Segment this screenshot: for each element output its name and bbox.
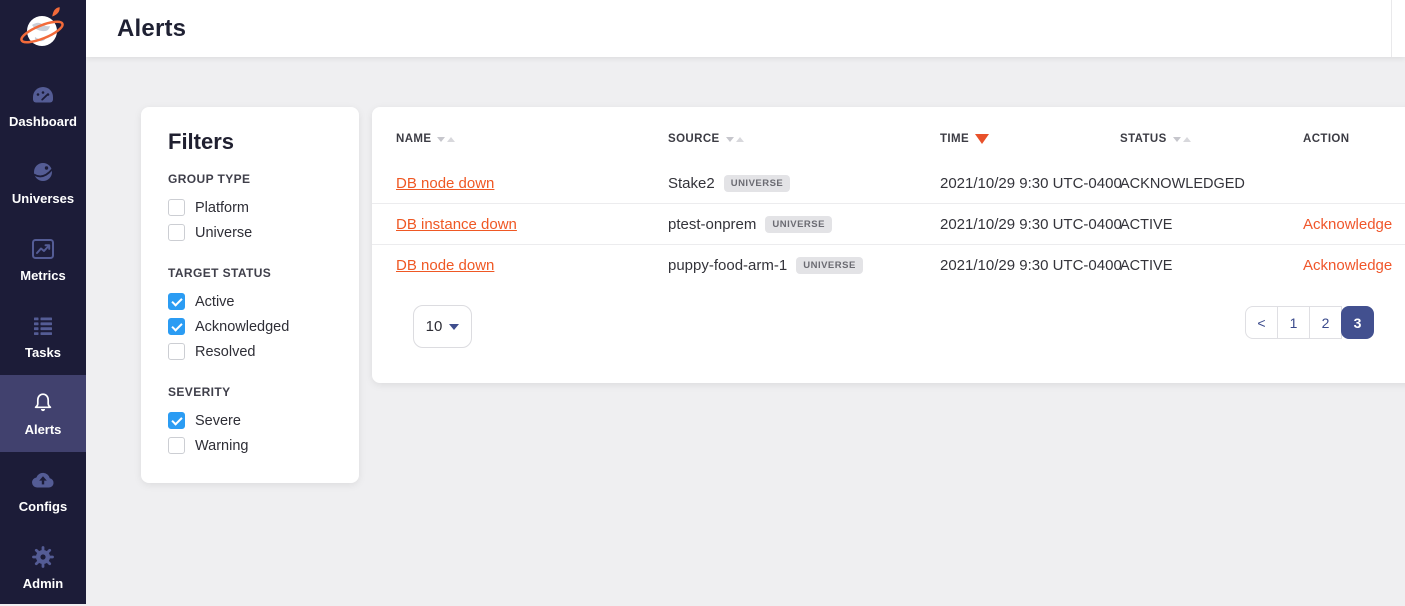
sidebar-item-universes[interactable]: Universes xyxy=(0,144,86,221)
sidebar-nav: Dashboard Universes Metrics xyxy=(0,67,86,606)
pagination: < 1 2 3 xyxy=(1245,306,1374,339)
sidebar-item-admin[interactable]: Admin xyxy=(0,529,86,606)
sidebar-item-label: Metrics xyxy=(20,268,66,283)
sidebar-item-label: Tasks xyxy=(25,345,61,360)
filter-checkbox-universe[interactable]: Universe xyxy=(168,220,332,245)
table-row: DB node down Stake2 UNIVERSE 2021/10/29 … xyxy=(372,163,1405,204)
alert-status: ACTIVE xyxy=(1120,245,1172,286)
filter-group-label-target-status: TARGET STATUS xyxy=(168,266,332,280)
checkbox-checked-icon[interactable] xyxy=(168,318,185,335)
checkbox-label: Warning xyxy=(195,438,248,454)
source-type-badge: UNIVERSE xyxy=(796,257,863,274)
source-name: Stake2 xyxy=(668,175,715,192)
planet-rocket-logo-icon xyxy=(19,4,67,52)
checkbox-label: Active xyxy=(195,294,235,310)
sidebar-item-label: Alerts xyxy=(25,422,62,437)
source-type-badge: UNIVERSE xyxy=(724,175,791,192)
checkbox-unchecked-icon[interactable] xyxy=(168,224,185,241)
checkbox-label: Severe xyxy=(195,413,241,429)
table-header-row: NAME SOURCE TIME STATUS ACTION xyxy=(372,133,1405,149)
sort-icons[interactable] xyxy=(726,137,744,142)
checkbox-unchecked-icon[interactable] xyxy=(168,343,185,360)
sidebar: Dashboard Universes Metrics xyxy=(0,0,86,604)
sidebar-item-metrics[interactable]: Metrics xyxy=(0,221,86,298)
sidebar-item-tasks[interactable]: Tasks xyxy=(0,298,86,375)
alert-time: 2021/10/29 9:30 UTC-0400 xyxy=(940,204,1122,245)
filter-checkbox-acknowledged[interactable]: Acknowledged xyxy=(168,314,332,339)
pagination-page-3-button[interactable]: 3 xyxy=(1341,306,1374,339)
column-header-time[interactable]: TIME xyxy=(940,133,989,145)
universe-globe-icon xyxy=(32,160,54,184)
checkbox-unchecked-icon[interactable] xyxy=(168,199,185,216)
sidebar-item-label: Universes xyxy=(12,191,74,206)
checkbox-checked-icon[interactable] xyxy=(168,293,185,310)
column-label: STATUS xyxy=(1120,133,1167,145)
sidebar-item-alerts[interactable]: Alerts xyxy=(0,375,86,452)
column-label: TIME xyxy=(940,133,969,145)
filter-checkbox-resolved[interactable]: Resolved xyxy=(168,339,332,364)
source-name: ptest-onprem xyxy=(668,216,756,233)
filter-checkbox-platform[interactable]: Platform xyxy=(168,195,332,220)
admin-gear-icon xyxy=(32,545,54,569)
column-label: SOURCE xyxy=(668,133,720,145)
pagination-page-2-button[interactable]: 2 xyxy=(1309,306,1342,339)
alert-name-link[interactable]: DB node down xyxy=(396,257,494,274)
acknowledge-link[interactable]: Acknowledge xyxy=(1303,216,1392,233)
checkbox-label: Platform xyxy=(195,200,249,216)
sort-icons[interactable] xyxy=(437,137,455,142)
checkbox-label: Resolved xyxy=(195,344,255,360)
alert-time: 2021/10/29 9:30 UTC-0400 xyxy=(940,245,1122,286)
alerts-table-panel: NAME SOURCE TIME STATUS ACTION DB node d… xyxy=(372,107,1405,383)
acknowledge-link[interactable]: Acknowledge xyxy=(1303,257,1392,274)
checkbox-label: Universe xyxy=(195,225,252,241)
checkbox-label: Acknowledged xyxy=(195,319,289,335)
dashboard-gauge-icon xyxy=(31,83,55,107)
alert-time: 2021/10/29 9:30 UTC-0400 xyxy=(940,163,1122,204)
column-label: ACTION xyxy=(1303,133,1349,145)
column-header-action: ACTION xyxy=(1303,133,1349,145)
column-label: NAME xyxy=(396,133,431,145)
source-type-badge: UNIVERSE xyxy=(765,216,832,233)
pagination-prev-button[interactable]: < xyxy=(1245,306,1278,339)
sort-desc-active-icon[interactable] xyxy=(975,134,989,144)
sidebar-item-label: Dashboard xyxy=(9,114,77,129)
configs-cloud-icon xyxy=(30,468,56,492)
page-size-dropdown[interactable]: 10 xyxy=(413,305,472,348)
page-title: Alerts xyxy=(117,15,186,43)
sidebar-item-label: Admin xyxy=(23,576,63,591)
checkbox-unchecked-icon[interactable] xyxy=(168,437,185,454)
alert-status: ACTIVE xyxy=(1120,204,1172,245)
tasks-list-icon xyxy=(31,314,55,338)
column-header-status[interactable]: STATUS xyxy=(1120,133,1191,145)
column-header-source[interactable]: SOURCE xyxy=(668,133,744,145)
metrics-chart-icon xyxy=(31,237,55,261)
page-size-value: 10 xyxy=(426,318,443,335)
yugabyte-logo[interactable] xyxy=(19,4,67,52)
filter-checkbox-warning[interactable]: Warning xyxy=(168,433,332,458)
filter-group-label-group-type: GROUP TYPE xyxy=(168,172,332,186)
table-row: DB node down puppy-food-arm-1 UNIVERSE 2… xyxy=(372,245,1405,286)
column-header-name[interactable]: NAME xyxy=(396,133,455,145)
alert-status: ACKNOWLEDGED xyxy=(1120,163,1245,204)
pagination-page-1-button[interactable]: 1 xyxy=(1277,306,1310,339)
alert-name-link[interactable]: DB node down xyxy=(396,175,494,192)
filter-checkbox-severe[interactable]: Severe xyxy=(168,408,332,433)
checkbox-checked-icon[interactable] xyxy=(168,412,185,429)
table-row: DB instance down ptest-onprem UNIVERSE 2… xyxy=(372,204,1405,245)
sort-icons[interactable] xyxy=(1173,137,1191,142)
filters-title: Filters xyxy=(168,129,332,155)
sidebar-item-configs[interactable]: Configs xyxy=(0,452,86,529)
filter-group-label-severity: SEVERITY xyxy=(168,385,332,399)
chevron-down-icon xyxy=(449,324,459,330)
filter-checkbox-active[interactable]: Active xyxy=(168,289,332,314)
sidebar-item-dashboard[interactable]: Dashboard xyxy=(0,67,86,144)
alerts-bell-icon xyxy=(31,391,55,415)
filters-panel: Filters GROUP TYPE Platform Universe TAR… xyxy=(141,107,359,483)
header-divider xyxy=(1391,0,1392,57)
sidebar-item-label: Configs xyxy=(19,499,67,514)
top-header: Alerts xyxy=(86,0,1405,57)
source-name: puppy-food-arm-1 xyxy=(668,257,787,274)
alert-name-link[interactable]: DB instance down xyxy=(396,216,517,233)
